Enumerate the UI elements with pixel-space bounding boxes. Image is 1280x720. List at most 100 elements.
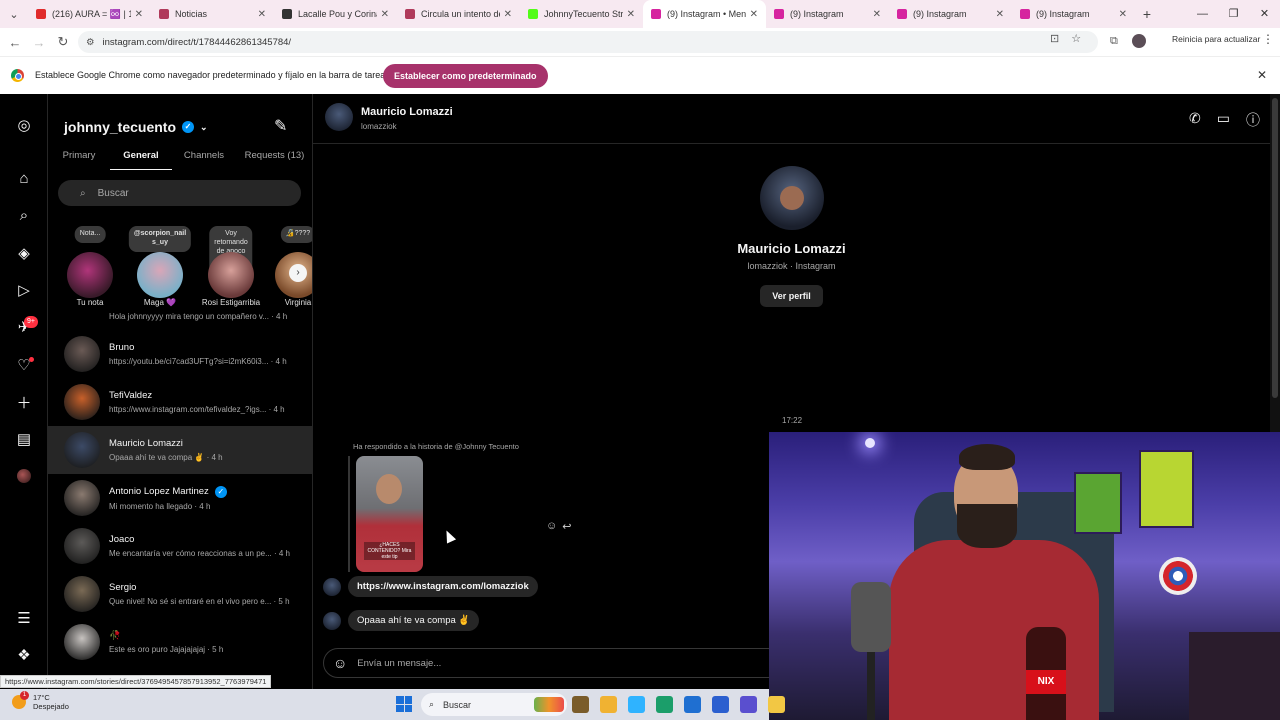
info-icon[interactable]: ⓘ (1246, 110, 1260, 130)
emoji-icon[interactable]: ☺ (333, 655, 347, 671)
maximize-icon[interactable]: ❐ (1218, 0, 1249, 28)
chat-row[interactable]: Mauricio Lomazzi Opaaa ahí te va compa ✌️… (48, 426, 312, 474)
conversation-title[interactable]: Mauricio Lomazzi (361, 106, 453, 118)
tab-close-icon[interactable]: ✕ (627, 9, 635, 20)
forward-icon[interactable]: → (27, 35, 51, 50)
browser-tab[interactable]: Noticias ✕ (151, 0, 274, 28)
chat-row[interactable]: Bruno https://youtu.be/ci7cad3UFTg?si=i2m… (48, 330, 312, 378)
install-app-icon[interactable]: ⊡ (1050, 32, 1059, 45)
avatar (64, 432, 100, 468)
window-controls: — ❐ ✕ (1187, 0, 1280, 28)
reload-icon[interactable]: ↻ (51, 34, 75, 50)
browser-tab[interactable]: Lacalle Pou y Corina ✕ (274, 0, 397, 28)
tab-general[interactable]: General (110, 144, 172, 170)
view-profile-button[interactable]: Ver perfil (760, 285, 823, 307)
weather-widget[interactable]: 1 17°C Despejado (12, 691, 69, 711)
browser-tab[interactable]: (9) Instagram ✕ (889, 0, 1012, 28)
taskbar-app-icon[interactable] (712, 696, 729, 713)
search-input[interactable]: ⌕ Buscar (58, 180, 301, 206)
browser-tab[interactable]: (9) Instagram ✕ (1012, 0, 1135, 28)
instagram-logo-icon[interactable]: ◎ (15, 116, 33, 134)
browser-tab[interactable]: JohnnyTecuento Strea ✕ (520, 0, 643, 28)
new-message-icon[interactable]: ✎ (274, 116, 287, 136)
reels-icon[interactable]: ▷ (15, 281, 33, 299)
menu-dots-icon[interactable]: ⋮ (1262, 32, 1274, 46)
browser-tab[interactable]: (9) Instagram • Mens ✕ (643, 0, 766, 28)
list-item[interactable]: Hola johnnyyyy mira tengo un compañero v… (64, 304, 287, 328)
chat-row[interactable]: Joaco Me encantaría ver cómo reaccionas a… (48, 522, 312, 570)
explore-icon[interactable]: ◈ (15, 244, 33, 262)
browser-tab[interactable]: (216) AURA = ♾️ | 1 ✕ (28, 0, 151, 28)
taskbar-app-icon[interactable] (656, 696, 673, 713)
tab-close-icon[interactable]: ✕ (1119, 9, 1127, 20)
message-input[interactable] (357, 657, 738, 669)
message-bubble[interactable]: Opaaa ahí te va compa ✌️ (348, 610, 480, 631)
url-text: instagram.com/direct/t/17844462861345784… (102, 36, 292, 48)
taskbar-app-icon[interactable] (572, 696, 589, 713)
avatar[interactable] (325, 103, 353, 131)
chat-row[interactable]: Sergio Que nivel! No sé si entraré en el … (48, 570, 312, 618)
tab-close-icon[interactable]: ✕ (996, 9, 1004, 20)
tab-search-chevron-icon[interactable]: ⌄ (0, 0, 28, 28)
tab-favicon-icon (405, 9, 415, 19)
chat-row[interactable]: Antonio Lopez Martinez ✓ Mi momento ha lle… (48, 474, 312, 522)
set-default-button[interactable]: Establecer como predeterminado (383, 64, 548, 88)
address-bar[interactable]: ⚙ instagram.com/direct/t/178444628613457… (78, 31, 1098, 53)
avatar (64, 384, 100, 420)
scrollbar-thumb[interactable] (1272, 98, 1278, 398)
profile-avatar[interactable] (17, 469, 31, 483)
chat-row[interactable]: 🥀 Este es oro puro Jajajajajaj · 5 h (48, 618, 312, 666)
notes-next-chevron-icon[interactable]: › (289, 264, 307, 282)
browser-tab[interactable]: Circula un intento de ✕ (397, 0, 520, 28)
chat-name-label: Sergio (109, 582, 137, 593)
taskbar-app-icon[interactable] (628, 696, 645, 713)
video-call-icon[interactable]: ▭ (1217, 110, 1230, 130)
profile-avatar[interactable] (1131, 34, 1146, 48)
avatar (323, 577, 341, 596)
back-icon[interactable]: ← (3, 35, 27, 50)
tab-channels[interactable]: Channels (172, 144, 236, 170)
tab-primary[interactable]: Primary (48, 144, 110, 170)
account-switcher[interactable]: johnny_tecuento ✓ ⌄ (64, 119, 208, 135)
taskbar-app-icon[interactable] (768, 696, 785, 713)
webcam-overlay: NIX (769, 432, 1280, 720)
chat-row[interactable]: TefiValdez https://www.instagram.com/tefi… (48, 378, 312, 426)
react-emoji-icon[interactable]: ☺ (546, 520, 557, 533)
conversation-username: lomazziok (361, 122, 397, 131)
taskbar-app-icon[interactable] (684, 696, 701, 713)
threads-icon[interactable]: ❖ (15, 646, 33, 664)
close-window-icon[interactable]: ✕ (1249, 0, 1280, 28)
minimize-icon[interactable]: — (1187, 0, 1218, 28)
taskbar-app-icon[interactable] (600, 696, 617, 713)
site-info-icon[interactable]: ⚙ (86, 37, 95, 48)
tab-close-icon[interactable]: ✕ (873, 9, 881, 20)
avatar (323, 611, 341, 630)
search-icon[interactable]: ⌕ (15, 206, 33, 224)
tab-close-icon[interactable]: ✕ (504, 9, 512, 20)
story-thumbnail[interactable]: ¿HACES CONTENIDO? Mira este tip (356, 456, 423, 572)
menu-hamburger-icon[interactable]: ☰ (15, 609, 33, 627)
tab-close-icon[interactable]: ✕ (381, 9, 389, 20)
weather-sun-icon: 1 (12, 691, 29, 709)
dashboard-icon[interactable]: ▤ (15, 430, 33, 448)
phone-call-icon[interactable]: ✆ (1189, 110, 1201, 130)
message-bubble-link[interactable]: https://www.instagram.com/lomazziok (348, 576, 538, 597)
taskbar-app-icon[interactable] (740, 696, 757, 713)
taskbar-search[interactable]: ⌕ Buscar (421, 693, 567, 716)
reply-arrow-icon[interactable]: ↩ (562, 520, 571, 533)
tab-close-icon[interactable]: ✕ (135, 9, 143, 20)
update-button[interactable]: Reinicia para actualizar (1172, 34, 1260, 44)
extensions-icon[interactable]: ⧉ (1110, 35, 1118, 48)
new-tab-button[interactable]: + (1135, 6, 1159, 22)
tab-close-icon[interactable]: ✕ (258, 9, 266, 20)
infobar-close-icon[interactable]: ✕ (1257, 68, 1267, 82)
tab-close-icon[interactable]: ✕ (750, 9, 758, 20)
home-icon[interactable]: ⌂ (15, 169, 33, 187)
create-plus-icon[interactable]: ＋ (15, 393, 33, 412)
tab-title: Noticias (175, 9, 208, 19)
browser-tab[interactable]: (9) Instagram ✕ (766, 0, 889, 28)
start-windows-icon[interactable] (396, 696, 412, 712)
bookmark-star-icon[interactable]: ☆ (1071, 32, 1081, 45)
note-bubble: 🔏???? (280, 226, 312, 243)
tab-requests[interactable]: Requests (13) (236, 144, 312, 170)
